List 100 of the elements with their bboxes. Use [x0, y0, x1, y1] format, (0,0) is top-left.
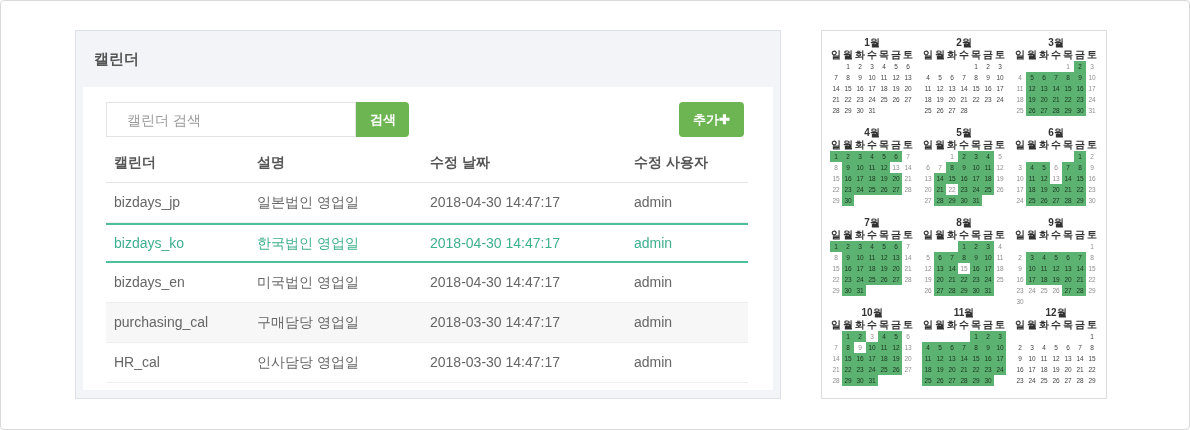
- weekday-label: 화: [1038, 49, 1050, 61]
- weekday-label: 수: [958, 139, 970, 151]
- weekday-label: 토: [994, 139, 1006, 151]
- weekday-label: 금: [1074, 49, 1086, 61]
- table-cell-text: bizdays_en: [113, 273, 186, 292]
- panel-title: 캘린더: [94, 48, 139, 69]
- table-cell-text: 2018-04-30 14:47:17: [429, 273, 561, 292]
- table-cell-text: admin: [633, 233, 674, 253]
- weekday-label: 일: [1014, 49, 1026, 61]
- weekday-label: 토: [994, 49, 1006, 61]
- weekday-label: 월: [1026, 49, 1038, 61]
- weekday-label: 일: [922, 229, 934, 241]
- weekday-label: 수: [1050, 319, 1062, 331]
- weekday-label: 금: [982, 319, 994, 331]
- table-cell-text: HR_cal: [113, 353, 161, 372]
- weekday-label: 목: [1062, 49, 1074, 61]
- weekday-label: 월: [934, 139, 946, 151]
- table-cell-text: admin: [633, 273, 674, 292]
- search-field[interactable]: 캘린더 검색: [106, 102, 356, 137]
- weekday-label: 일: [830, 229, 842, 241]
- weekday-label: 월: [842, 49, 854, 61]
- weekday-label: 화: [854, 49, 866, 61]
- weekday-label: 일: [830, 319, 842, 331]
- weekday-label: 목: [1062, 139, 1074, 151]
- weekday-label: 금: [890, 319, 902, 331]
- month-title: 4월: [864, 127, 880, 139]
- month-title: 12월: [1045, 307, 1067, 319]
- weekday-label: 금: [1074, 139, 1086, 151]
- weekday-label: 토: [902, 139, 914, 151]
- weekday-label: 금: [982, 139, 994, 151]
- weekday-label: 수: [866, 139, 878, 151]
- weekday-label: 토: [994, 229, 1006, 241]
- weekday-label: 화: [854, 319, 866, 331]
- weekday-label: 화: [946, 319, 958, 331]
- weekday-label: 토: [1086, 319, 1098, 331]
- table-cell-text: 2018-03-30 14:47:17: [429, 313, 561, 332]
- weekday-label: 월: [934, 229, 946, 241]
- month-title: 6월: [1048, 127, 1064, 139]
- weekday-label: 목: [970, 49, 982, 61]
- weekday-label: 금: [982, 49, 994, 61]
- table-cell-text: admin: [633, 193, 674, 212]
- weekday-label: 수: [958, 229, 970, 241]
- weekday-label: 일: [830, 139, 842, 151]
- weekday-label: 토: [902, 229, 914, 241]
- month-title: 3월: [1048, 37, 1064, 49]
- weekday-label: 목: [878, 49, 890, 61]
- table-row[interactable]: purchasing_cal 구매담당 영업일 2018-03-30 14:47:17 admin: [106, 303, 748, 343]
- weekday-label: 일: [922, 49, 934, 61]
- month-title: 11월: [953, 307, 975, 319]
- table-cell-text: 인사담당 영업일: [256, 353, 360, 372]
- weekday-label: 목: [970, 229, 982, 241]
- weekday-label: 화: [946, 139, 958, 151]
- weekday-label: 화: [1038, 139, 1050, 151]
- column-header: 설명: [256, 153, 286, 172]
- weekday-label: 화: [946, 229, 958, 241]
- weekday-label: 수: [958, 319, 970, 331]
- weekday-label: 목: [970, 139, 982, 151]
- weekday-label: 일: [1014, 319, 1026, 331]
- weekday-label: 목: [878, 319, 890, 331]
- month-title: 1월: [864, 37, 880, 49]
- weekday-label: 화: [854, 139, 866, 151]
- month-title: 5월: [956, 127, 972, 139]
- weekday-label: 일: [1014, 229, 1026, 241]
- weekday-label: 금: [1074, 229, 1086, 241]
- weekday-label: 일: [1014, 139, 1026, 151]
- weekday-label: 수: [1050, 49, 1062, 61]
- table-cell-text: bizdays_ko: [113, 233, 186, 253]
- month-title: 10월: [861, 307, 883, 319]
- weekday-label: 월: [842, 139, 854, 151]
- table-cell-text: 2018-04-30 14:47:17: [429, 233, 561, 253]
- weekday-label: 금: [890, 139, 902, 151]
- weekday-label: 목: [1062, 229, 1074, 241]
- weekday-label: 화: [854, 229, 866, 241]
- weekday-label: 토: [902, 319, 914, 331]
- weekday-label: 월: [842, 229, 854, 241]
- month-title: 8월: [956, 217, 972, 229]
- weekday-label: 토: [1086, 49, 1098, 61]
- weekday-label: 일: [922, 319, 934, 331]
- weekday-label: 화: [1038, 319, 1050, 331]
- table-cell-text: 2018-03-30 14:47:17: [429, 353, 561, 372]
- weekday-label: 월: [934, 49, 946, 61]
- table-cell-text: 구매담당 영업일: [256, 313, 360, 332]
- weekday-label: 수: [866, 229, 878, 241]
- weekday-label: 월: [842, 319, 854, 331]
- weekday-label: 토: [1086, 229, 1098, 241]
- weekday-label: 수: [866, 49, 878, 61]
- month-title: 7월: [864, 217, 880, 229]
- weekday-label: 수: [1050, 229, 1062, 241]
- weekday-label: 월: [1026, 229, 1038, 241]
- table-cell-text: 2018-04-30 14:47:17: [429, 193, 561, 212]
- weekday-label: 목: [970, 319, 982, 331]
- weekday-label: 토: [902, 49, 914, 61]
- column-header: 수정 사용자: [633, 153, 709, 172]
- weekday-label: 목: [878, 229, 890, 241]
- weekday-label: 금: [890, 229, 902, 241]
- table-cell-text: admin: [633, 313, 674, 332]
- weekday-label: 금: [982, 229, 994, 241]
- table-cell-text: 한국법인 영업일: [256, 233, 360, 253]
- column-header: 캘린더: [113, 153, 157, 172]
- weekday-label: 화: [1038, 229, 1050, 241]
